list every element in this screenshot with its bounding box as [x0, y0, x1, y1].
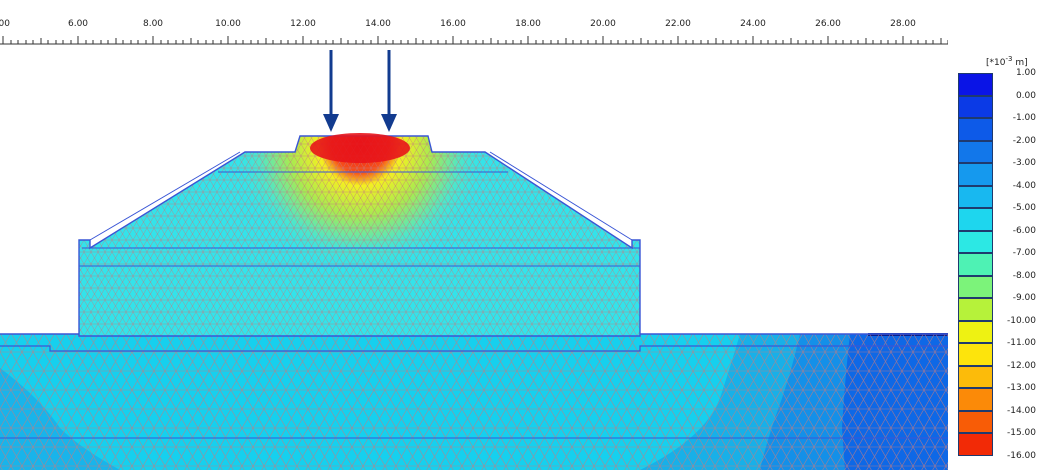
ruler-tick-label: 26.00: [815, 19, 841, 29]
legend-color-box: [958, 298, 993, 321]
legend-label: -15.00: [1006, 428, 1036, 438]
ruler-tick-label: 20.00: [590, 19, 616, 29]
model-canvas[interactable]: [0, 48, 948, 470]
legend-color-box: [958, 163, 993, 186]
legend-color-box: [958, 365, 993, 388]
legend-color-box: [958, 388, 993, 411]
max-settlement-zone: [310, 133, 410, 163]
ruler-tick-label: 28.00: [890, 19, 916, 29]
legend-color-box: [958, 230, 993, 253]
legend-color-box: [958, 433, 993, 456]
ruler-tick-label: 24.00: [740, 19, 766, 29]
legend-label: -6.00: [1012, 225, 1036, 236]
legend-color-box: [958, 185, 993, 208]
ruler-tick-label: 8.00: [142, 19, 164, 29]
legend-label: -1.00: [1012, 113, 1036, 123]
load-arrow-icon: [323, 114, 339, 132]
legend-label: -11.00: [1006, 338, 1036, 348]
ruler-tick-label: 14.00: [365, 19, 391, 29]
color-legend: [*10-3 m] 1.00 0.00 -1.00 -2.00 -3.00 -4.00 -5…: [950, 48, 1043, 470]
legend-color-box: [958, 118, 993, 141]
legend-label: -10.00: [1006, 315, 1036, 326]
horizontal-ruler: 4.00 6.00 8.00 10.00 12.00 14.00 16.00 18.00 20.…: [0, 0, 948, 48]
legend-label: -5.00: [1012, 203, 1036, 213]
ruler-tick-label: 18.00: [515, 19, 541, 29]
legend-label: -14.00: [1006, 405, 1036, 416]
legend-color-box: [958, 95, 993, 118]
ruler-tick-label: 12.00: [290, 19, 316, 29]
deformation-plot: [0, 50, 948, 470]
legend-label: -13.00: [1006, 383, 1036, 393]
legend-label: -7.00: [1012, 248, 1036, 258]
subsoil-mesh: [0, 334, 948, 470]
legend-label: -4.00: [1012, 180, 1036, 191]
ruler-tick-label: 22.00: [665, 19, 691, 29]
legend-color-box: [958, 140, 993, 163]
load-arrow-icon: [381, 114, 397, 132]
legend-unit: [*10-3 m]: [986, 55, 1028, 68]
ruler-tick-label: 4.00: [0, 19, 11, 29]
legend-label: -12.00: [1006, 360, 1036, 371]
load-arrows: [323, 50, 397, 132]
legend-label: 1.00: [1015, 68, 1036, 78]
legend-color-box: [958, 253, 993, 276]
legend-color-box: [958, 208, 993, 231]
ruler-tick-label: 6.00: [67, 19, 89, 29]
legend-color-box: [958, 343, 993, 366]
legend-label: -2.00: [1012, 135, 1036, 146]
legend-label: -3.00: [1012, 158, 1036, 168]
legend-label: -16.00: [1006, 450, 1036, 461]
legend-color-box: [958, 275, 993, 298]
legend-label: -9.00: [1012, 293, 1036, 303]
legend-label: 0.00: [1015, 90, 1036, 101]
legend-color-box: [958, 73, 993, 96]
legend-color-box: [958, 410, 993, 433]
ruler-tick-label: 16.00: [440, 19, 466, 29]
legend-color-box: [958, 320, 993, 343]
legend-label: -8.00: [1012, 270, 1036, 281]
ruler-tick-label: 10.00: [215, 19, 241, 29]
